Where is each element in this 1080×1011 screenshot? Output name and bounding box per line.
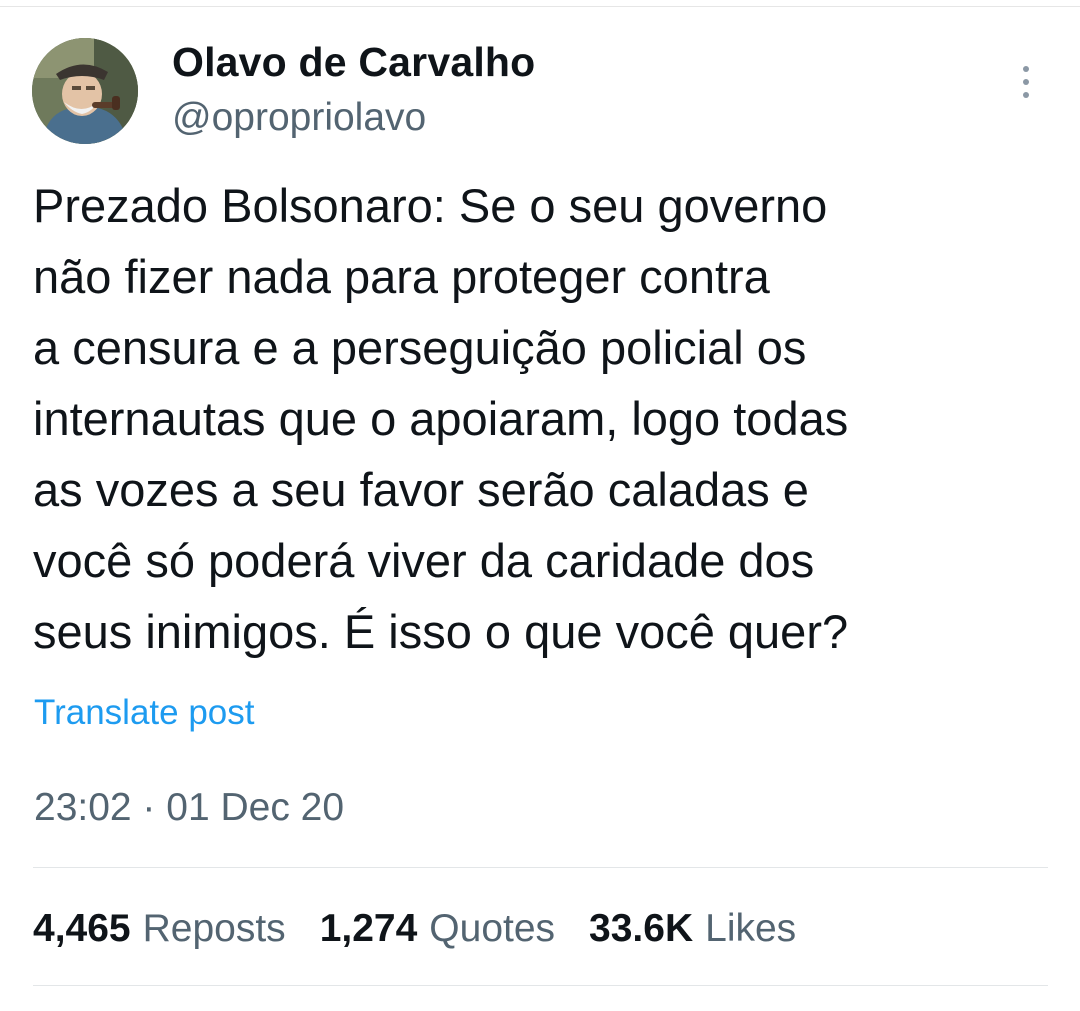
more-dot-icon [1023,66,1029,72]
quotes-count: 1,274 [319,907,418,950]
quotes-stat[interactable]: 1,274 Quotes [320,903,555,955]
post-header: Olavo de Carvalho @opropriolavo [32,38,1048,146]
reposts-label: Reposts [142,907,286,950]
likes-label: Likes [705,907,797,950]
more-options-button[interactable] [1012,62,1040,102]
post-text: Prezado Bolsonaro: Se o seu governo não … [33,179,849,658]
reposts-count: 4,465 [33,907,131,950]
stats-bottom-divider [33,985,1048,986]
profile-photo-icon [32,38,138,144]
likes-count: 33.6K [589,907,694,950]
avatar[interactable] [32,38,138,144]
display-name[interactable]: Olavo de Carvalho [172,38,535,86]
user-handle[interactable]: @opropriolavo [172,92,535,144]
author-names: Olavo de Carvalho @opropriolavo [172,38,535,144]
reposts-stat[interactable]: 4,465 Reposts [33,903,286,955]
post-timestamp[interactable]: 23:02 · 01 Dec 20 [34,783,344,833]
top-divider [0,6,1080,7]
likes-stat[interactable]: 33.6K Likes [589,903,796,955]
engagement-stats: 4,465 Reposts 1,274 Quotes 33.6K Likes [33,903,830,955]
more-dot-icon [1023,92,1029,98]
translate-post-link[interactable]: Translate post [34,690,254,736]
quotes-label: Quotes [429,907,556,950]
more-dot-icon [1023,79,1029,85]
stats-top-divider [33,867,1048,868]
